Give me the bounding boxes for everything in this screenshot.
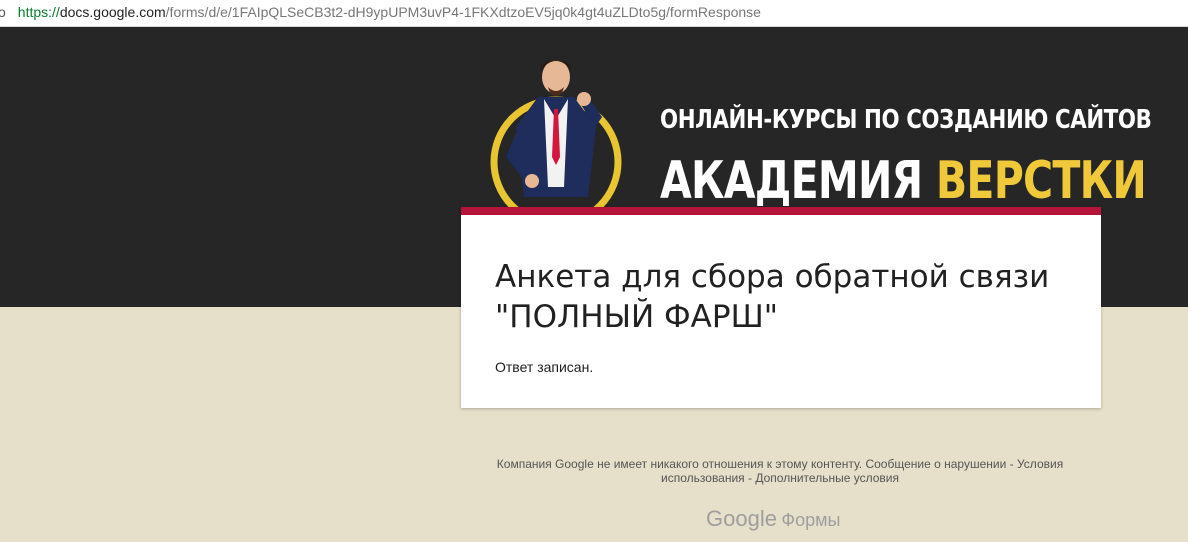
brand-forms: Формы [781, 510, 841, 530]
form-title: Анкета для сбора обратной связи "ПОЛНЫЙ … [495, 259, 1050, 335]
banner-subtitle: ОНЛАЙН-КУРСЫ ПО СОЗДАНИЮ САЙТОВ [660, 105, 1152, 135]
brand-google: Google [706, 506, 777, 531]
banner-title-white: АКАДЕМИЯ [660, 151, 923, 211]
url-protocol: https:// [17, 4, 60, 20]
footer-disclaimer: Компания Google не имеет никакого отноше… [480, 457, 1080, 485]
url-truncated: o [0, 4, 6, 20]
separator: - [1009, 457, 1014, 471]
instructor-illustration [490, 60, 622, 227]
google-forms-logo[interactable]: Google Формы [706, 506, 840, 532]
url-host: docs.google.com [59, 4, 166, 20]
separator: - [748, 471, 753, 485]
disclaimer-text: Компания Google не имеет никакого отноше… [496, 457, 863, 471]
report-abuse-link[interactable]: Сообщение о нарушении [865, 457, 1006, 471]
banner-title-yellow: ВЕРСТКИ [935, 151, 1147, 211]
confirmation-message: Ответ записан. [495, 359, 594, 375]
additional-terms-link[interactable]: Дополнительные условия [755, 471, 899, 485]
address-bar[interactable]: o https://docs.google.com/forms/d/e/1FAIp… [0, 0, 1188, 27]
url-path: /forms/d/e/1FAIpQLSeCB3t2-dH9ypUPM3uvP4-… [165, 4, 761, 20]
banner-title: АКАДЕМИЯ ВЕРСТКИ [660, 151, 1147, 211]
form-response-card: Анкета для сбора обратной связи "ПОЛНЫЙ … [461, 207, 1101, 408]
